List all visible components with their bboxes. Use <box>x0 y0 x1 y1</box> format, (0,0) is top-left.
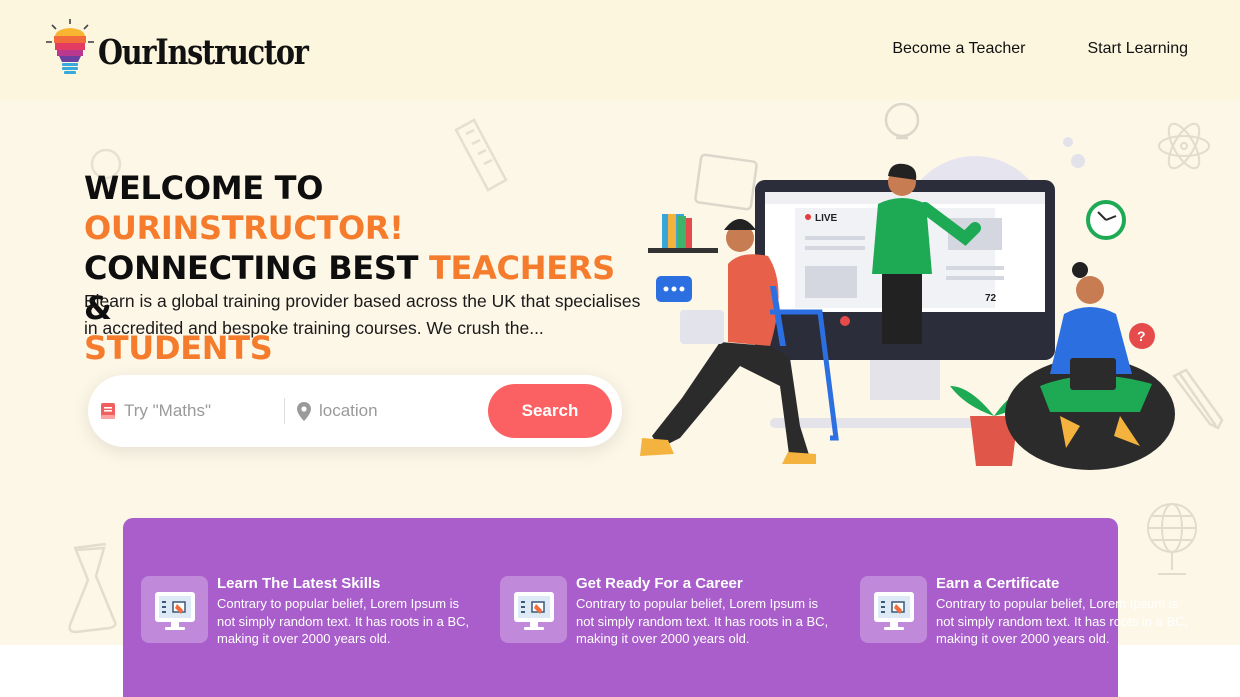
feature-description: Contrary to popular belief, Lorem Ipsum … <box>936 596 1189 646</box>
location-field <box>285 375 489 447</box>
viewer-count: 72 <box>985 293 997 304</box>
flask-doodle-icon <box>68 542 117 634</box>
online-class-illustration: LIVE 72 ? <box>640 102 1175 470</box>
subject-input[interactable] <box>124 401 274 421</box>
location-pin-icon <box>297 401 311 421</box>
feature-description: Contrary to popular belief, Lorem Ipsum … <box>217 596 470 646</box>
headline-brand: OURINSTRUCTOR! <box>84 209 404 247</box>
subject-field <box>88 375 284 447</box>
svg-text:?: ? <box>1137 328 1146 344</box>
feature-description: Contrary to popular belief, Lorem Ipsum … <box>576 596 829 646</box>
feature-card: Get Ready For a Career Contrary to popul… <box>500 575 838 648</box>
location-input[interactable] <box>319 401 479 421</box>
headline-teachers: TEACHERS <box>428 249 615 287</box>
online-lesson-icon <box>860 576 927 643</box>
book-icon <box>101 403 115 419</box>
feature-text: Earn a Certificate Contrary to popular b… <box>936 575 1198 648</box>
top-nav: Become a Teacher Start Learning <box>892 40 1188 58</box>
features-panel: Learn The Latest Skills Contrary to popu… <box>123 518 1188 697</box>
nav-become-teacher[interactable]: Become a Teacher <box>892 40 1025 58</box>
search-bar: Search <box>88 375 622 447</box>
online-lesson-icon <box>500 576 567 643</box>
feature-title: Learn The Latest Skills <box>217 575 381 592</box>
headline-text: WELCOME TO <box>84 169 324 207</box>
feature-card: Earn a Certificate Contrary to popular b… <box>860 575 1198 648</box>
feature-card: Learn The Latest Skills Contrary to popu… <box>141 575 479 648</box>
headline-text: CONNECTING BEST <box>84 249 429 287</box>
feature-text: Get Ready For a Career Contrary to popul… <box>576 575 838 648</box>
feature-title: Earn a Certificate <box>936 575 1060 592</box>
online-lesson-icon <box>141 576 208 643</box>
search-button[interactable]: Search <box>488 384 612 438</box>
brand-name: OurInstructor <box>98 31 309 73</box>
globe-doodle-icon <box>1147 503 1197 575</box>
logo[interactable]: OurInstructor <box>44 18 354 80</box>
bulb-logo-icon <box>46 19 94 74</box>
hero-intro: Elearn is a global training provider bas… <box>84 291 641 338</box>
feature-text: Learn The Latest Skills Contrary to popu… <box>217 575 479 648</box>
feature-title: Get Ready For a Career <box>576 575 743 592</box>
live-label: LIVE <box>815 213 838 224</box>
nav-start-learning[interactable]: Start Learning <box>1087 40 1188 58</box>
